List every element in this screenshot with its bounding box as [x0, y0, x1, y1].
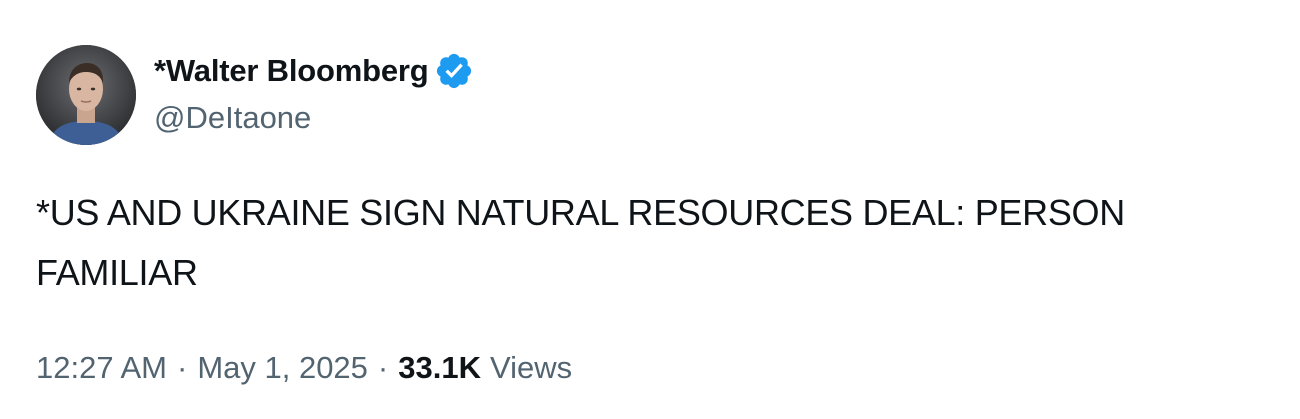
author-display-name[interactable]: *Walter Bloomberg: [154, 53, 429, 89]
views-label: Views: [489, 350, 573, 385]
avatar[interactable]: [36, 45, 136, 145]
tweet-text: *US AND UKRAINE SIGN NATURAL RESOURCES D…: [36, 192, 1125, 293]
tweet-meta: 12:27 AM · May 1, 2025 · 33.1K Views: [36, 347, 572, 389]
author-name-row: *Walter Bloomberg: [154, 50, 474, 92]
meta-separator: ·: [377, 350, 389, 385]
meta-separator: ·: [176, 350, 188, 385]
tweet-card: *Walter Bloomberg @DeItaone *US AND UKRA…: [0, 0, 1300, 419]
tweet-date[interactable]: May 1, 2025: [197, 350, 368, 386]
author-handle[interactable]: @DeItaone: [154, 100, 311, 136]
views-count: 33.1K: [398, 350, 481, 385]
profile-photo-icon: [36, 45, 136, 145]
verified-badge-icon[interactable]: [434, 51, 474, 91]
tweet-time[interactable]: 12:27 AM: [36, 350, 167, 386]
